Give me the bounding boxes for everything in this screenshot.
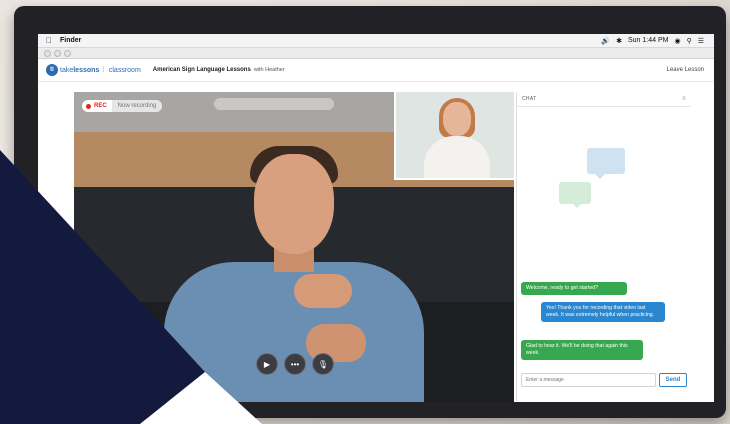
logo-text: takelessons — [60, 66, 100, 74]
student-hand-upper — [294, 274, 352, 308]
record-dot-icon — [86, 103, 91, 109]
chat-header: CHAT ≡ — [517, 92, 691, 107]
chat-bubbles-illustration — [559, 148, 639, 214]
lesson-teacher: with Heather — [253, 67, 285, 73]
leave-lesson-link[interactable]: Leave Lesson — [667, 67, 704, 73]
recording-indicator[interactable]: REC Now recording — [82, 100, 163, 112]
more-options-button[interactable]: ••• — [284, 353, 306, 375]
search-icon[interactable]: ⚲ — [687, 37, 692, 45]
takelessons-logo[interactable]: tl takelessons | classroom — [46, 64, 141, 76]
volume-icon[interactable]: 🔊 — [601, 37, 610, 45]
microphone-icon: 🎙 — [317, 359, 329, 369]
chat-bubble-green-icon — [559, 182, 591, 208]
chat-collapse-icon[interactable]: ≡ — [682, 96, 686, 102]
window-titlebar — [38, 48, 714, 59]
student-head — [254, 154, 334, 254]
microphone-button[interactable]: 🎙 — [312, 353, 334, 375]
chat-title: CHAT — [522, 96, 537, 102]
menubar-app-name[interactable]: Finder — [60, 37, 81, 44]
ellipsis-icon: ••• — [290, 359, 300, 369]
logo-divider: | — [102, 67, 104, 73]
chat-message-teacher: Glad to hear it. We'll be doing that aga… — [521, 340, 643, 360]
video-duct — [214, 98, 334, 110]
monitor-frame:  Finder 🔊 ✱ Sun 1:44 PM ◉ ⚲ ☰ tl takele… — [14, 6, 726, 418]
wifi-icon[interactable]: ◉ — [674, 37, 680, 45]
chat-message-student: Yes! Thank you for recording that video … — [541, 302, 665, 322]
chat-panel: CHAT ≡ Welcome, ready to get started? Ye… — [516, 92, 691, 402]
teacher-head — [443, 102, 471, 136]
app-header: tl takelessons | classroom American Sign… — [38, 59, 714, 82]
camera-button[interactable]: ▶ — [256, 353, 278, 375]
apple-icon[interactable]:  — [46, 36, 52, 45]
recording-status: Now recording — [111, 100, 163, 112]
teacher-video-pip[interactable] — [394, 92, 514, 180]
close-window-button[interactable] — [44, 50, 51, 57]
menubar-clock[interactable]: Sun 1:44 PM — [628, 37, 668, 44]
rec-label: REC — [94, 103, 107, 109]
window-controls — [44, 50, 71, 57]
logo-mark-icon: tl — [46, 64, 58, 76]
chat-message-teacher: Welcome, ready to get started? — [521, 282, 627, 295]
logo-suffix: classroom — [108, 66, 141, 74]
minimize-window-button[interactable] — [54, 50, 61, 57]
student-body — [164, 262, 424, 402]
send-button[interactable]: Send — [659, 373, 687, 387]
menubar-status-area: 🔊 ✱ Sun 1:44 PM ◉ ⚲ ☰ — [601, 37, 704, 45]
zoom-window-button[interactable] — [64, 50, 71, 57]
camera-icon: ▶ — [263, 359, 271, 369]
main-video[interactable]: REC Now recording ▶ ••• 🎙 — [74, 92, 514, 402]
call-controls: ▶ ••• 🎙 — [256, 353, 334, 375]
list-icon[interactable]: ☰ — [698, 37, 704, 45]
bluetooth-icon[interactable]: ✱ — [616, 37, 622, 45]
lesson-title: American Sign Language Lessons — [152, 67, 251, 73]
chat-bubble-blue-icon — [587, 148, 625, 179]
chat-compose: Send — [521, 373, 687, 387]
chat-message-input[interactable] — [521, 373, 656, 387]
screen:  Finder 🔊 ✱ Sun 1:44 PM ◉ ⚲ ☰ tl takele… — [38, 34, 714, 402]
mac-menubar:  Finder 🔊 ✱ Sun 1:44 PM ◉ ⚲ ☰ — [38, 34, 714, 48]
